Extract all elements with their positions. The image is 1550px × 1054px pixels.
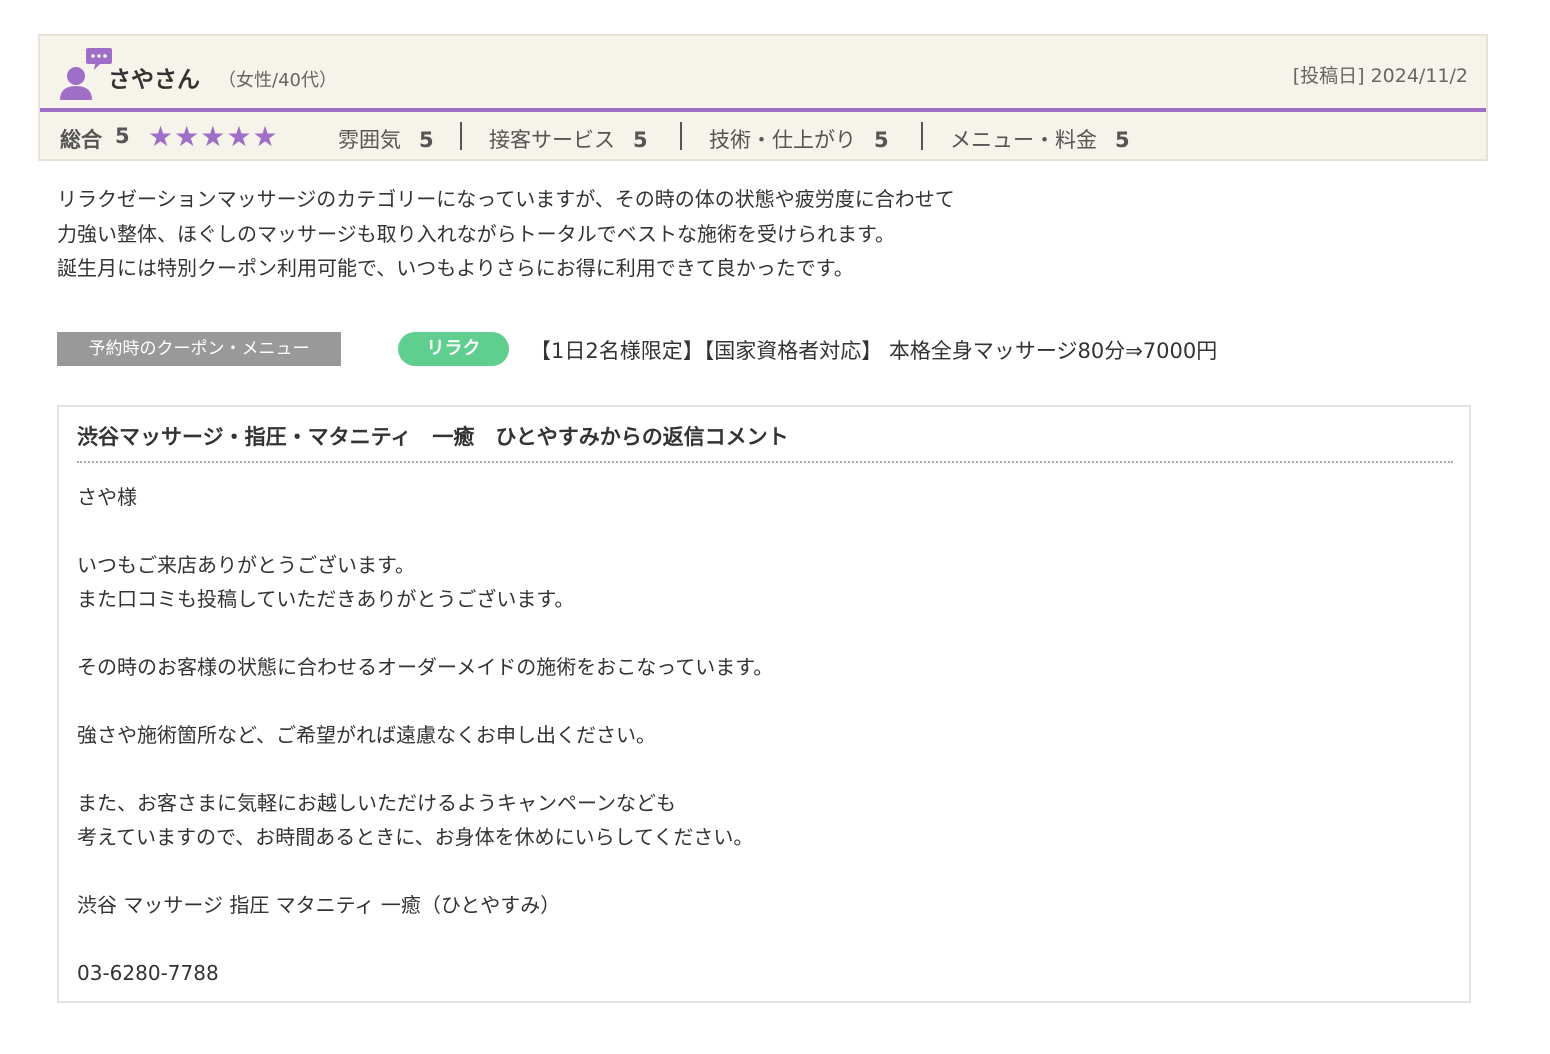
overall-score: 5 xyxy=(115,124,130,148)
reply-line xyxy=(77,616,773,650)
rating-value: 5 xyxy=(419,128,434,152)
reply-line: 強さや施術箇所など、ご希望がれば遠慮なくお申し出ください。 xyxy=(77,723,656,747)
reviewer-name: さやさん xyxy=(108,67,200,93)
overall-label: 総合 xyxy=(60,128,102,152)
rating-value: 5 xyxy=(1115,128,1130,152)
coupon-menu-link[interactable]: 【1日2名様限定】【国家資格者対応】 本格全身マッサージ80分⇒7000円 xyxy=(530,335,1217,365)
reply-line: 考えていますので、お時間あるときに、お身体を休めにいらしてください。 xyxy=(77,825,754,849)
reply-line xyxy=(77,752,773,786)
rating-label: 接客サービス xyxy=(489,128,615,152)
rating-label: メニュー・料金 xyxy=(950,128,1097,152)
reply-body: さや様 いつもご来店ありがとうございます。 また口コミも投稿していただきありがと… xyxy=(77,480,773,990)
star-icon: ★ xyxy=(200,120,227,153)
reply-line: さや様 xyxy=(77,485,137,509)
post-date-label: [投稿日] xyxy=(1292,65,1365,87)
post-date-value: 2024/11/2 xyxy=(1370,65,1468,87)
review-card: さやさん （女性/40代） [投稿日] 2024/11/2 総合 5 ★★★★★… xyxy=(38,34,1488,161)
rating-separator xyxy=(921,122,923,150)
star-icon: ★ xyxy=(174,120,201,153)
review-body-line: 誕生月には特別クーポン利用可能で、いつもよりさらにお得に利用できて良かったです。 xyxy=(57,256,854,280)
review-body-line: リラクゼーションマッサージのカテゴリーになっていますが、その時の体の状態や疲労度… xyxy=(57,187,955,211)
reply-line: その時のお客様の状態に合わせるオーダーメイドの施術をおこなっています。 xyxy=(77,655,774,679)
reply-phone[interactable]: 03-6280-7788 xyxy=(77,956,773,990)
reply-line: 渋谷 マッサージ 指圧 マタニティ 一癒（ひとやすみ） xyxy=(77,893,561,917)
rating-value: 5 xyxy=(874,128,889,152)
reply-line xyxy=(77,684,773,718)
rating-service: 接客サービス 5 xyxy=(489,124,648,152)
star-icon: ★ xyxy=(226,120,253,153)
rating-separator xyxy=(460,122,462,150)
rating-value: 5 xyxy=(633,128,648,152)
star-rating: ★★★★★ xyxy=(148,120,279,153)
reply-title: 渋谷マッサージ・指圧・マタニティ 一癒 ひとやすみからの返信コメント xyxy=(77,425,789,449)
rating-label: 雰囲気 xyxy=(338,128,401,152)
review-body: リラクゼーションマッサージのカテゴリーになっていますが、その時の体の状態や疲労度… xyxy=(57,182,1357,286)
ratings-row: 総合 5 ★★★★★ 雰囲気 5 接客サービス 5 技術・仕上がり 5 メニュー・料金… xyxy=(40,112,1486,161)
star-icon: ★ xyxy=(148,120,175,153)
reply-line xyxy=(77,514,773,548)
star-icon: ★ xyxy=(252,120,279,153)
rating-atmosphere: 雰囲気 5 xyxy=(338,124,434,152)
reply-divider xyxy=(77,461,1453,463)
rating-menu-price: メニュー・料金 5 xyxy=(950,124,1130,152)
rating-separator xyxy=(680,122,682,150)
review-body-line: 力強い整体、ほぐしのマッサージも取り入れながらトータルでベストな施術を受けられま… xyxy=(57,221,895,246)
coupon-label: 予約時のクーポン・メニュー xyxy=(57,332,341,366)
user-speech-bubble-icon xyxy=(60,48,112,100)
coupon-category-tag[interactable]: リラク xyxy=(398,332,509,366)
post-date: [投稿日] 2024/11/2 xyxy=(1293,61,1468,88)
rating-label: 技術・仕上がり xyxy=(709,128,856,152)
reply-line: また口コミも投稿していただきありがとうございます。 xyxy=(77,587,575,611)
reply-line: いつもご来店ありがとうございます。 xyxy=(77,553,415,577)
reply-line xyxy=(77,854,773,888)
review-header: さやさん （女性/40代） [投稿日] 2024/11/2 xyxy=(40,36,1486,112)
rating-technique: 技術・仕上がり 5 xyxy=(709,124,889,152)
reply-line xyxy=(77,922,773,956)
reply-box: 渋谷マッサージ・指圧・マタニティ 一癒 ひとやすみからの返信コメント さや様 い… xyxy=(57,405,1471,1003)
reviewer-meta: （女性/40代） xyxy=(218,70,337,91)
reply-line: また、お客さまに気軽にお越しいただけるようキャンペーンなども xyxy=(77,791,676,815)
